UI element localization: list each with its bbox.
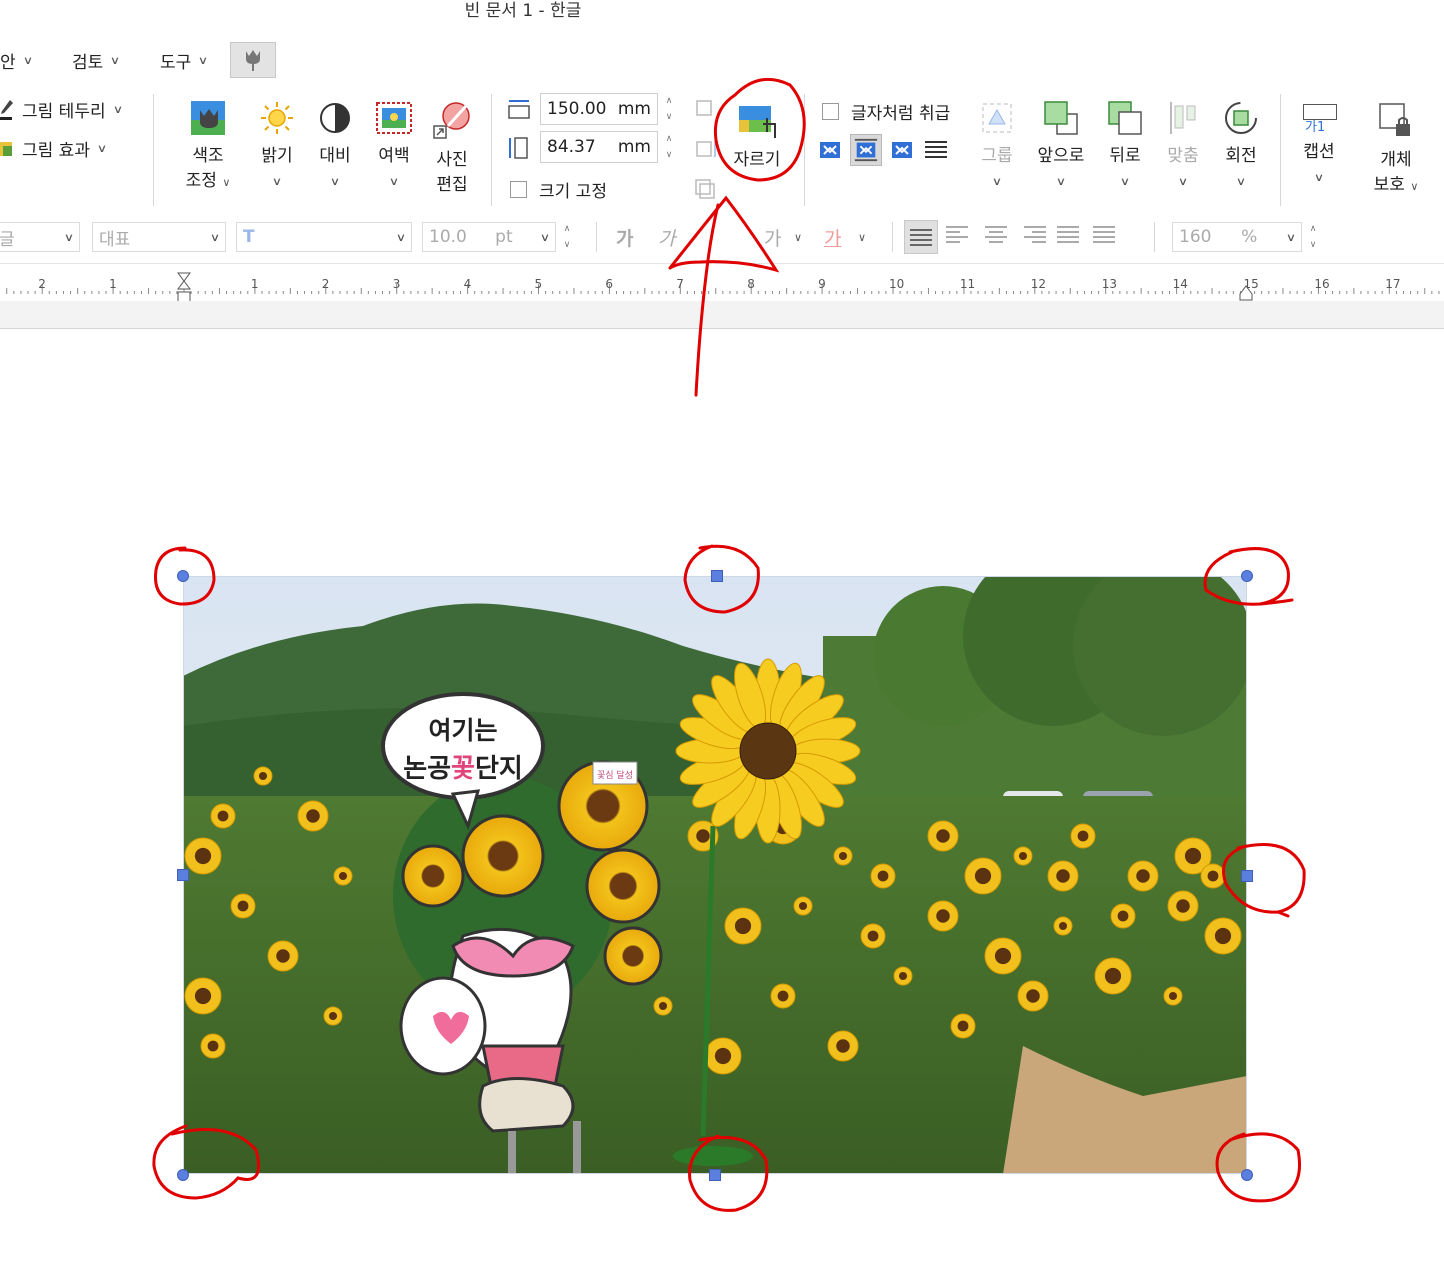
annotation-circle-top <box>683 544 760 614</box>
annotation-overlay <box>152 77 1306 1212</box>
annotation-circle-top-left <box>154 546 216 606</box>
annotation-circle-right <box>1222 843 1306 918</box>
annotation-circle-bottom-left <box>152 1124 261 1200</box>
annotation-circle-top-right <box>1203 547 1294 606</box>
annotation-circle-bottom <box>688 1134 769 1212</box>
annotation-circle-crop <box>713 77 806 182</box>
annotation-circle-bottom-right <box>1215 1132 1301 1203</box>
annotation-arrowhead <box>668 195 780 273</box>
